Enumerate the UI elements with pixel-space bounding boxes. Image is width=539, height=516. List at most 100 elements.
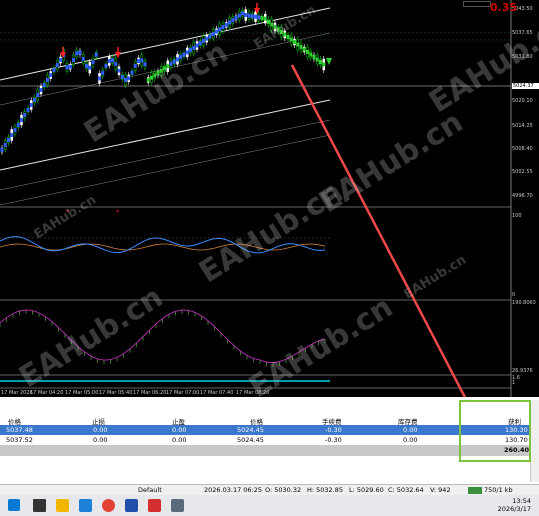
trend-dot bbox=[26, 108, 30, 112]
trend-dot bbox=[127, 76, 131, 81]
trend-dot bbox=[221, 25, 225, 30]
time-axis-label: 17 Mar 07:40 bbox=[200, 390, 234, 396]
terminal-scrollbar[interactable] bbox=[530, 400, 539, 482]
task-view-icon[interactable] bbox=[33, 499, 46, 512]
bar-open: O: 5030.32 bbox=[265, 486, 302, 494]
trend-dot bbox=[163, 66, 166, 71]
trend-dot bbox=[306, 50, 309, 54]
trend-dot bbox=[176, 57, 179, 62]
chrome-icon[interactable] bbox=[102, 499, 115, 512]
trend-dot bbox=[309, 52, 313, 57]
trend-dot bbox=[140, 58, 144, 63]
file-explorer-icon[interactable] bbox=[56, 499, 69, 512]
edge-icon[interactable] bbox=[79, 499, 92, 512]
current-price-tag: 5024.37 bbox=[512, 83, 539, 89]
channel-line bbox=[0, 119, 331, 191]
windows-taskbar[interactable]: 13:54 2026/3/17 bbox=[0, 495, 539, 516]
taskbar-clock[interactable]: 13:54 2026/3/17 bbox=[498, 497, 531, 513]
time-axis-label: 17 Mar 07:00 bbox=[166, 390, 200, 396]
trend-dot bbox=[36, 93, 40, 97]
trend-dot bbox=[231, 18, 235, 23]
terminal-app-icon[interactable] bbox=[125, 499, 138, 512]
clock-date: 2026/3/17 bbox=[497, 505, 531, 513]
trend-dot bbox=[81, 56, 85, 61]
trend-dot bbox=[315, 57, 319, 62]
trend-dot bbox=[0, 148, 4, 152]
swap-cell: 0.00 bbox=[403, 436, 418, 444]
trend-dot bbox=[133, 63, 137, 68]
clock-time: 13:54 bbox=[512, 497, 531, 505]
trend-dot bbox=[202, 38, 205, 43]
swap-cell: 0.00 bbox=[403, 426, 418, 434]
trend-dot bbox=[205, 36, 209, 41]
trend-dot bbox=[280, 30, 283, 34]
indicator-axis-label: 1 bbox=[512, 380, 516, 386]
ec-app-icon[interactable] bbox=[148, 499, 161, 512]
trend-dot bbox=[42, 83, 46, 87]
trend-dot bbox=[312, 55, 316, 59]
trend-dot bbox=[198, 41, 202, 46]
trend-dot bbox=[169, 61, 173, 66]
oscillator-main-line bbox=[0, 236, 326, 254]
trend-dot bbox=[195, 43, 199, 48]
profile-name[interactable]: Default bbox=[138, 486, 162, 494]
trend-dot bbox=[59, 58, 62, 62]
trend-dot bbox=[114, 62, 118, 67]
trend-dot bbox=[137, 58, 140, 63]
position-row[interactable]: 5037.48 0.00 0.00 5024.45 -0.30 0.00 130… bbox=[0, 425, 530, 435]
trend-dot bbox=[88, 65, 92, 70]
price-axis-label: 5014.25 bbox=[512, 123, 533, 129]
down-arrow bbox=[326, 58, 332, 65]
trend-dot bbox=[319, 60, 322, 64]
oscillator-line bbox=[0, 309, 326, 363]
trend-dot bbox=[247, 13, 251, 18]
trend-dot bbox=[257, 15, 261, 20]
trend-dot bbox=[39, 88, 43, 92]
trend-dot bbox=[72, 57, 75, 62]
trend-dot bbox=[46, 78, 49, 82]
signal-marker: * bbox=[66, 209, 69, 216]
trend-dot bbox=[68, 64, 72, 69]
trend-dot bbox=[228, 20, 231, 25]
trend-dot bbox=[267, 20, 270, 24]
corner-badge: 0.35 bbox=[489, 1, 517, 14]
trend-dot bbox=[273, 25, 277, 29]
channel-line bbox=[0, 134, 331, 206]
trend-dot bbox=[13, 128, 17, 132]
trend-dot bbox=[211, 32, 215, 36]
price-axis-label: 5031.80 bbox=[512, 54, 533, 60]
trend-dot bbox=[7, 138, 10, 142]
price-axis-label: 5037.65 bbox=[512, 30, 533, 36]
chart-area[interactable]: * * 5043.50 5037.65 5031.80 5020.10 5014.25 50… bbox=[0, 0, 539, 405]
app-icon[interactable] bbox=[171, 499, 184, 512]
trend-dot bbox=[107, 59, 111, 64]
trend-dot bbox=[124, 77, 127, 82]
trend-dot bbox=[263, 16, 267, 21]
start-icon[interactable] bbox=[8, 499, 20, 511]
chart-canvas[interactable]: * * bbox=[0, 0, 539, 397]
trend-dot bbox=[218, 27, 222, 32]
trend-dot bbox=[234, 15, 238, 20]
trend-dot bbox=[189, 48, 192, 53]
open-price-cell: 5037.48 bbox=[6, 426, 33, 434]
trend-dot bbox=[120, 74, 124, 79]
price-axis-label: 5020.10 bbox=[512, 98, 533, 104]
traffic-status: 750/1 kb bbox=[484, 486, 513, 494]
bar-close: C: 5032.64 bbox=[388, 486, 424, 494]
total-row: 260.40 bbox=[0, 445, 530, 456]
indicator-axis-label: 190.8063 bbox=[512, 300, 536, 306]
trend-dot bbox=[55, 63, 59, 67]
trend-dot bbox=[283, 32, 287, 37]
trend-dot bbox=[166, 64, 170, 69]
trend-dot bbox=[322, 62, 326, 67]
price-axis-label: 5002.55 bbox=[512, 169, 533, 175]
trend-dot bbox=[23, 113, 27, 117]
commission-cell: -0.30 bbox=[325, 436, 342, 444]
trend-dot bbox=[20, 118, 23, 122]
trend-dot bbox=[276, 27, 280, 32]
position-row[interactable]: 5037.52 0.00 0.00 5024.45 -0.30 0.00 130… bbox=[0, 435, 530, 445]
status-bar: Default 2026.03.17 06:25 O: 5030.32 H: 5… bbox=[0, 484, 539, 495]
trend-dot bbox=[111, 58, 114, 63]
trend-dot bbox=[172, 59, 176, 64]
trend-dot bbox=[104, 64, 108, 69]
